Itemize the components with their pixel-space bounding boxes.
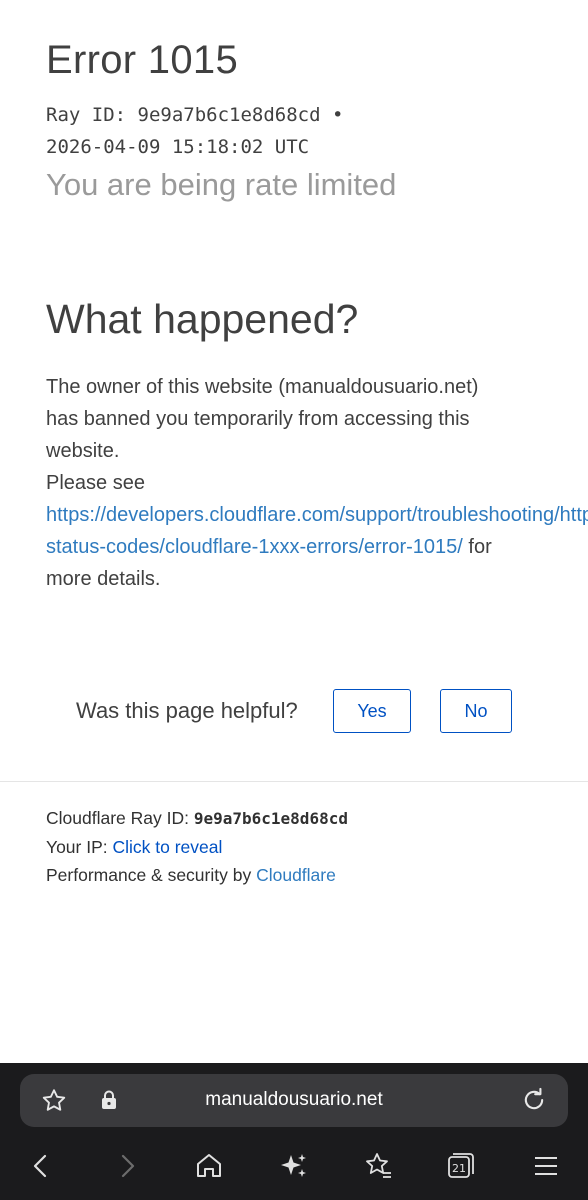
ray-value: 9e9a7b6c1e8d68cd [193,809,348,828]
footer-ray-id: Cloudflare Ray ID: 9e9a7b6c1e8d68cd [46,804,348,833]
menu-icon[interactable] [529,1149,563,1183]
tabs-icon[interactable]: 21 [444,1149,478,1183]
footer-performance: Performance & security by Cloudflare [46,861,348,889]
ray-label: Cloudflare Ray ID: [46,808,194,828]
bottom-nav: 21 [0,1145,588,1189]
browser-toolbar: manualdousuario.net 21 [0,1063,588,1200]
performance-label: Performance & security by [46,865,257,885]
error-title: Error 1015 [46,38,238,82]
footer-divider [0,781,588,782]
cloudflare-link[interactable]: Cloudflare [256,865,336,885]
url-text: manualdousuario.net [205,1089,383,1110]
ip-label: Your IP: [46,837,113,857]
text-line: status-codes/cloudflare-1xxx-errors/erro… [46,531,588,563]
yes-button[interactable]: Yes [333,689,411,733]
home-icon[interactable] [192,1149,226,1183]
link-suffix: for [462,536,492,558]
forward-icon[interactable] [110,1149,144,1183]
feedback-section: Was this page helpful? Yes No [0,689,588,737]
ray-id-line: Ray ID: 9e9a7b6c1e8d68cd • [46,104,344,126]
feedback-question: Was this page helpful? [76,698,298,723]
text-line: more details. [46,568,161,590]
no-button[interactable]: No [440,689,512,733]
troubleshooting-link-cont[interactable]: status-codes/cloudflare-1xxx-errors/erro… [46,536,463,558]
timestamp-line: 2026-04-09 15:18:02 UTC [46,136,310,158]
text-line: has banned you temporarily from accessin… [46,408,470,430]
what-happened-text: The owner of this website (manualdousuar… [46,371,588,595]
text-line: Please see [46,472,145,494]
what-happened-heading: What happened? [46,296,359,342]
reload-icon[interactable] [520,1086,548,1119]
error-subtitle: You are being rate limited [46,167,397,202]
text-line: The owner of this website (manualdousuar… [46,376,479,398]
text-line: website. [46,440,120,462]
footer: Cloudflare Ray ID: 9e9a7b6c1e8d68cd Your… [46,804,348,889]
troubleshooting-link[interactable]: https://developers.cloudflare.com/suppor… [46,504,588,526]
footer-ip: Your IP: Click to reveal [46,833,348,861]
bookmarks-icon[interactable] [361,1149,395,1183]
tab-count: 21 [452,1162,466,1175]
reveal-ip-link[interactable]: Click to reveal [112,837,222,857]
sparkle-icon[interactable] [277,1149,311,1183]
text-line: https://developers.cloudflare.com/suppor… [46,499,588,531]
back-icon[interactable] [24,1149,58,1183]
address-bar[interactable]: manualdousuario.net [20,1074,568,1127]
